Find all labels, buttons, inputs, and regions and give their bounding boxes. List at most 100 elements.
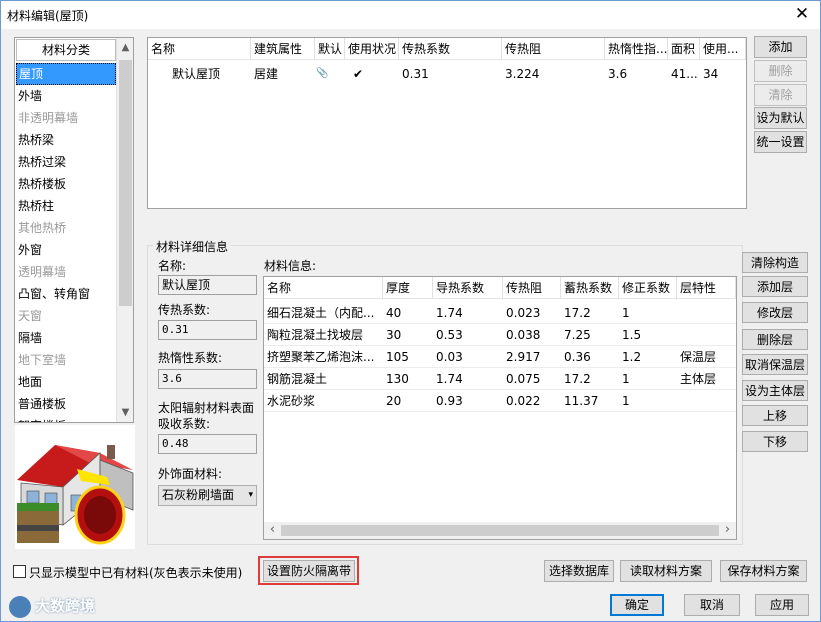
layer-hscrollbar[interactable]: ‹ › [264,522,736,539]
category-item[interactable]: 屋顶 [16,63,116,85]
add-layer-button[interactable]: 添加层 [742,276,808,297]
category-item[interactable]: 天窗 [16,305,116,327]
move-down-button[interactable]: 下移 [742,431,808,452]
category-item[interactable]: 热桥过梁 [16,151,116,173]
ok-button[interactable]: 确定 [610,594,664,616]
col-header[interactable]: 传热阻 [503,277,561,299]
category-item[interactable]: 热桥梁 [16,129,116,151]
col-header[interactable]: 使用... [700,38,746,60]
house-icon [15,425,135,549]
set-main-layer-button[interactable]: 设为主体层 [742,380,808,401]
layer-cell-name: 挤塑聚苯乙烯泡沫... [267,350,375,364]
k-field[interactable]: 0.31 [158,320,257,340]
col-header[interactable]: 传热阻 [502,38,605,60]
clear-construction-button[interactable]: 清除构造 [742,252,808,273]
layer-cell-prop: 主体层 [680,372,717,386]
layer-cell-r: 0.038 [506,328,541,342]
category-scrollbar[interactable]: ▲ ▼ [116,38,133,422]
d-field[interactable]: 3.6 [158,369,257,389]
layer-row[interactable]: 水泥砂浆 20 0.93 0.022 11.37 1 [264,390,736,412]
checkbox[interactable] [13,565,26,578]
col-header[interactable]: 厚度 [383,277,433,299]
cell-area: 41... [671,67,698,81]
layer-cell-cond: 0.03 [436,350,463,364]
category-item[interactable]: 凸窗、转角窗 [16,283,116,305]
window-title: 材料编辑(屋顶) [7,9,89,23]
finish-label: 外饰面材料: [158,467,223,481]
finish-select-value: 石灰粉刷墙面 [162,488,235,502]
category-item[interactable]: 普通楼板 [16,393,116,415]
layer-cell-thick: 130 [386,372,409,386]
scroll-right-icon[interactable]: › [719,522,736,539]
layer-cell-heat: 17.2 [564,306,591,320]
col-header[interactable]: 热惰性指... [605,38,668,60]
cancel-button[interactable]: 取消 [684,594,740,616]
layer-row[interactable]: 陶粒混凝土找坡层 30 0.53 0.038 7.25 1.5 [264,324,736,346]
col-header[interactable]: 默认 [315,38,345,60]
scroll-thumb[interactable] [281,525,719,536]
col-header[interactable]: 面积 [668,38,700,60]
cell-attr: 居建 [254,67,279,81]
cell-use: 34 [703,67,719,81]
category-item[interactable]: 热桥柱 [16,195,116,217]
scroll-down-icon[interactable]: ▼ [117,404,133,422]
scroll-left-icon[interactable]: ‹ [264,522,281,539]
modify-layer-button[interactable]: 修改层 [742,302,808,323]
table-row[interactable]: 默认屋顶 居建 📎 ✔ 0.31 3.224 3.6 41... 34 [148,63,746,85]
layer-row[interactable]: 钢筋混凝土 130 1.74 0.075 17.2 1 主体层 [264,368,736,390]
solar-field[interactable]: 0.48 [158,434,257,454]
category-item[interactable]: 架空楼板 [16,415,116,422]
category-item[interactable]: 地面 [16,371,116,393]
category-item[interactable]: 隔墙 [16,327,116,349]
select-database-button[interactable]: 选择数据库 [544,560,614,582]
col-header[interactable]: 导热系数 [433,277,503,299]
cancel-insulation-button[interactable]: 取消保温层 [742,354,808,375]
layer-table[interactable]: 名称 厚度 导热系数 传热阻 蓄热系数 修正系数 层特性 细石混凝土（内配...… [263,276,737,540]
col-header[interactable]: 修正系数 [619,277,677,299]
name-field[interactable]: 默认屋顶 [158,275,257,295]
layer-cell-heat: 0.36 [564,350,591,364]
watermark-logo-icon [9,595,31,618]
col-header[interactable]: 蓄热系数 [561,277,619,299]
apply-button[interactable]: 应用 [755,594,809,616]
category-item[interactable]: 透明幕墙 [16,261,116,283]
col-header[interactable]: 名称 [264,277,383,299]
set-default-button[interactable]: 设为默认 [754,107,807,129]
col-header[interactable]: 名称 [148,38,251,60]
layer-cell-prop [680,390,734,412]
delete-button[interactable]: 删除 [754,60,807,82]
add-button[interactable]: 添加 [754,36,807,58]
col-header[interactable]: 建筑属性 [251,38,315,60]
watermark-text: 大数跨境 [35,597,96,615]
category-item[interactable]: 外墙 [16,85,116,107]
material-table[interactable]: 名称 建筑属性 默认 使用状况 传热系数 传热阻 热惰性指... 面积 使用..… [147,37,747,209]
category-item[interactable]: 热桥楼板 [16,173,116,195]
layer-cell-corr: 1.5 [622,328,642,342]
category-listbox[interactable]: 材料分类 屋顶 外墙 非透明幕墙 热桥梁 热桥过梁 热桥楼板 热桥柱 其他热桥 外窗 透明幕墙 凸窗… [14,37,134,423]
category-item[interactable]: 非透明幕墙 [16,107,116,129]
fire-barrier-button[interactable]: 设置防火隔离带 [263,560,355,582]
delete-layer-button[interactable]: 删除层 [742,329,808,350]
unify-settings-button[interactable]: 统一设置 [754,131,807,153]
save-scheme-button[interactable]: 保存材料方案 [720,560,807,582]
scroll-up-icon[interactable]: ▲ [117,39,133,57]
move-up-button[interactable]: 上移 [742,405,808,426]
close-icon[interactable]: ✕ [792,4,812,24]
category-item[interactable]: 地下室墙 [16,349,116,371]
category-item[interactable]: 其他热桥 [16,217,116,239]
col-header[interactable]: 使用状况 [345,38,399,60]
layer-cell-heat: 7.25 [564,328,591,342]
col-header[interactable]: 层特性 [677,277,736,299]
layer-cell-cond: 1.74 [436,372,463,386]
layer-cell-prop: 保温层 [680,350,717,364]
col-header[interactable]: 传热系数 [399,38,502,60]
category-item[interactable]: 外窗 [16,239,116,261]
read-scheme-button[interactable]: 读取材料方案 [620,560,712,582]
layer-cell-corr: 1.2 [622,350,642,364]
layer-row[interactable]: 挤塑聚苯乙烯泡沫... 105 0.03 2.917 0.36 1.2 保温层 [264,346,736,368]
finish-select[interactable]: 石灰粉刷墙面 ▾ [158,485,257,506]
clear-button[interactable]: 清除 [754,84,807,106]
scroll-thumb[interactable] [119,60,132,306]
layer-row[interactable]: 细石混凝土（内配... 40 1.74 0.023 17.2 1 [264,302,736,324]
layer-cell-name: 细石混凝土（内配... [267,306,375,320]
